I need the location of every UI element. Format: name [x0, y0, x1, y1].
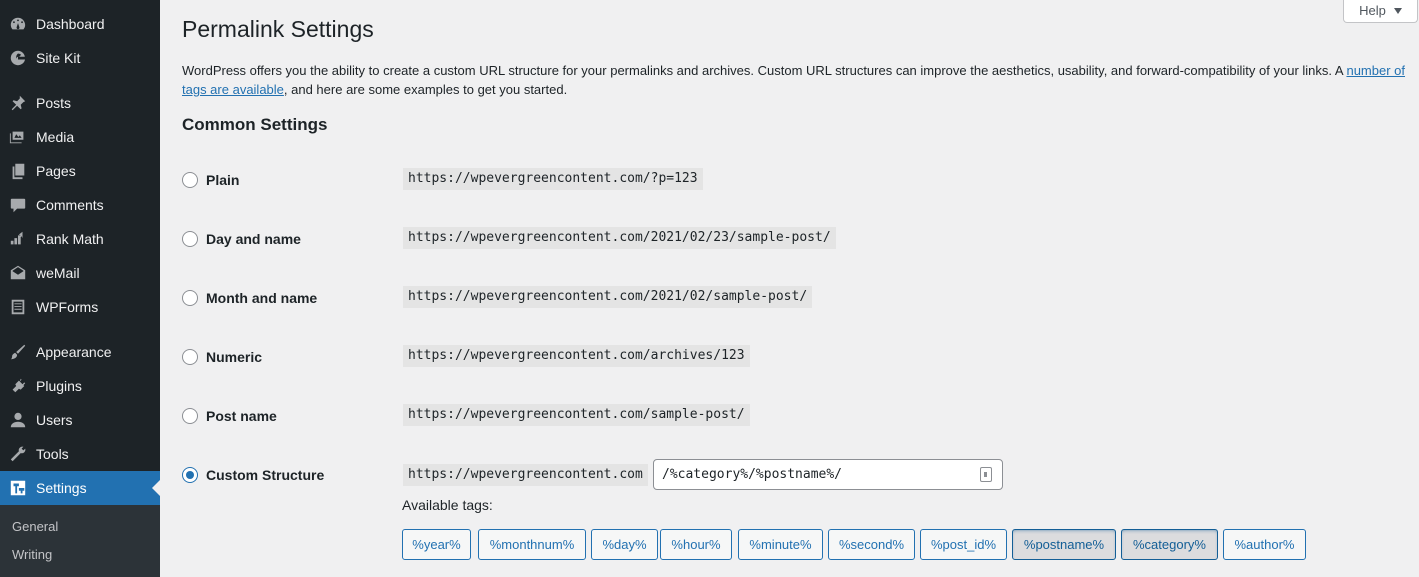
sidebar-item-label: WPForms — [36, 299, 99, 315]
intro-text-start: WordPress offers you the ability to crea… — [182, 63, 1347, 78]
option-numeric[interactable]: Numeric — [182, 346, 262, 368]
option-post-name[interactable]: Post name — [182, 405, 277, 427]
sidebar-item-wemail[interactable]: weMail — [0, 256, 160, 290]
example-url-day-and-name: https://wpevergreencontent.com/2021/02/2… — [403, 227, 836, 249]
wrench-icon — [0, 445, 36, 463]
tag-button-minute[interactable]: %minute% — [738, 529, 823, 560]
option-label: Post name — [206, 408, 277, 424]
sidebar-item-pages[interactable]: Pages — [0, 154, 160, 188]
pin-icon — [0, 94, 36, 112]
sidebar-item-dashboard[interactable]: Dashboard — [0, 7, 160, 41]
example-url-numeric: https://wpevergreencontent.com/archives/… — [403, 345, 750, 367]
site-kit-icon — [0, 49, 36, 67]
settings-submenu: General Writing — [0, 505, 160, 577]
option-day-and-name[interactable]: Day and name — [182, 228, 301, 250]
tag-button-author[interactable]: %author% — [1223, 529, 1306, 560]
radio-custom-structure[interactable] — [182, 467, 198, 483]
example-url-post-name: https://wpevergreencontent.com/sample-po… — [403, 404, 750, 426]
tag-button-postname[interactable]: %postname% — [1012, 529, 1116, 560]
pages-icon — [0, 162, 36, 180]
sidebar-item-posts[interactable]: Posts — [0, 86, 160, 120]
radio-month-and-name[interactable] — [182, 290, 198, 306]
radio-numeric[interactable] — [182, 349, 198, 365]
option-month-and-name[interactable]: Month and name — [182, 287, 317, 309]
sidebar-item-site-kit[interactable]: Site Kit — [0, 41, 160, 75]
available-tags-label: Available tags: — [402, 497, 493, 513]
submenu-item-general[interactable]: General — [12, 519, 58, 534]
brush-icon — [0, 343, 36, 361]
tag-button-monthnum[interactable]: %monthnum% — [478, 529, 586, 560]
example-url-month-and-name: https://wpevergreencontent.com/2021/02/s… — [403, 286, 813, 308]
custom-structure-base-url: https://wpevergreencontent.com — [403, 464, 648, 486]
sidebar-item-settings[interactable]: Settings — [0, 471, 160, 505]
sidebar-item-label: Pages — [36, 163, 76, 179]
intro-text-end: , and here are some examples to get you … — [283, 82, 568, 97]
sidebar-item-wpforms[interactable]: WPForms — [0, 290, 160, 324]
media-icon — [0, 128, 36, 146]
sidebar-item-rank-math[interactable]: Rank Math — [0, 222, 160, 256]
option-plain[interactable]: Plain — [182, 169, 239, 191]
sidebar-item-label: Settings — [36, 480, 87, 496]
user-icon — [0, 411, 36, 429]
sidebar-item-media[interactable]: Media — [0, 120, 160, 154]
option-label: Numeric — [206, 349, 263, 365]
option-label: Month and name — [206, 290, 318, 306]
sidebar-item-comments[interactable]: Comments — [0, 188, 160, 222]
caret-down-icon — [1393, 7, 1402, 14]
admin-sidebar: Dashboard Site Kit Posts Media Pages Com… — [0, 0, 160, 577]
option-label: Plain — [206, 172, 240, 188]
sidebar-item-label: Media — [36, 129, 75, 145]
page-title: Permalink Settings — [182, 16, 374, 42]
section-title: Common Settings — [182, 115, 328, 134]
radio-plain[interactable] — [182, 172, 198, 188]
dashboard-icon — [0, 15, 36, 33]
sidebar-item-plugins[interactable]: Plugins — [0, 369, 160, 403]
wpforms-icon — [0, 298, 36, 316]
sidebar-item-label: Posts — [36, 95, 72, 111]
tag-button-hour[interactable]: %hour% — [660, 529, 732, 560]
sidebar-item-label: Rank Math — [36, 231, 104, 247]
option-custom-structure[interactable]: Custom Structure — [182, 464, 324, 486]
example-url-plain: https://wpevergreencontent.com/?p=123 — [403, 168, 703, 190]
tag-button-day[interactable]: %day% — [591, 529, 658, 560]
comments-icon — [0, 196, 36, 214]
sidebar-item-appearance[interactable]: Appearance — [0, 335, 160, 369]
sidebar-item-users[interactable]: Users — [0, 403, 160, 437]
sidebar-item-label: Tools — [36, 446, 69, 462]
sidebar-item-tools[interactable]: Tools — [0, 437, 160, 471]
option-label: Custom Structure — [206, 467, 325, 483]
sidebar-item-label: Plugins — [36, 378, 82, 394]
tag-button-post-id[interactable]: %post_id% — [920, 529, 1007, 560]
sidebar-item-label: Users — [36, 412, 73, 428]
custom-structure-input[interactable]: /%category%/%postname%/ — [653, 459, 1003, 490]
option-label: Day and name — [206, 231, 301, 247]
plug-icon — [0, 377, 36, 395]
radio-post-name[interactable] — [182, 408, 198, 424]
intro-text: WordPress offers you the ability to crea… — [182, 61, 1414, 99]
sidebar-item-label: Dashboard — [36, 16, 105, 32]
help-label: Help — [1359, 3, 1386, 18]
tag-button-second[interactable]: %second% — [828, 529, 915, 560]
sidebar-item-label: Appearance — [36, 344, 112, 360]
help-button[interactable]: Help — [1343, 0, 1418, 23]
password-manager-icon[interactable] — [980, 467, 992, 482]
wemail-icon — [0, 264, 36, 282]
radio-day-and-name[interactable] — [182, 231, 198, 247]
submenu-item-writing[interactable]: Writing — [12, 547, 52, 562]
sidebar-item-label: weMail — [36, 265, 80, 281]
tag-button-category[interactable]: %category% — [1121, 529, 1218, 560]
sidebar-item-label: Comments — [36, 197, 104, 213]
tag-button-year[interactable]: %year% — [402, 529, 471, 560]
settings-icon — [0, 479, 36, 497]
sidebar-item-label: Site Kit — [36, 50, 81, 66]
rank-math-icon — [0, 230, 36, 248]
